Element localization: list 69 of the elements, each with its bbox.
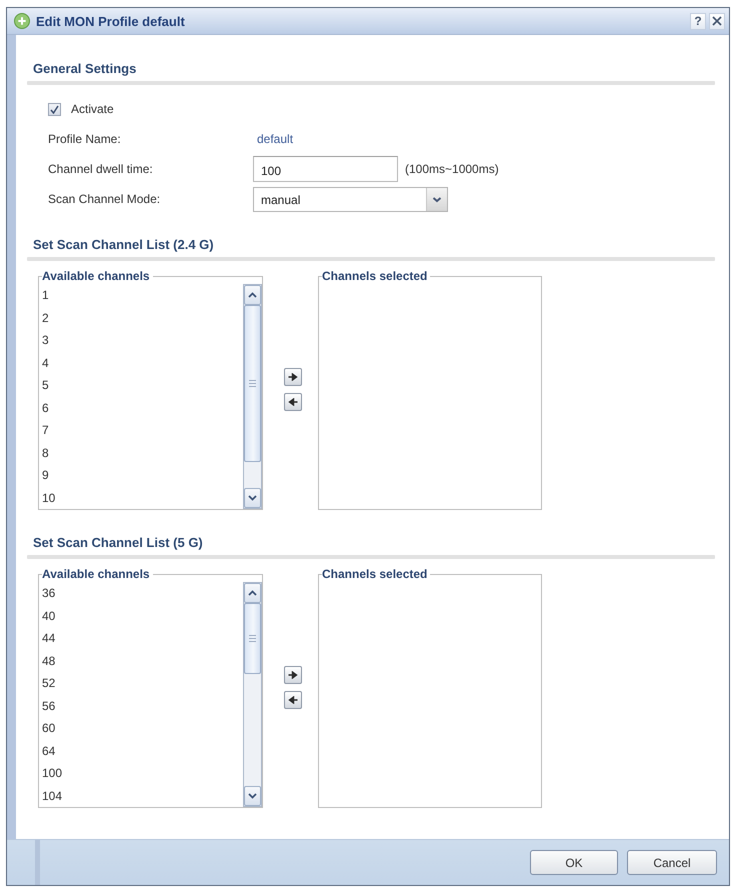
dialog-button[interactable]: OK (530, 850, 618, 875)
arrow-left-icon (288, 696, 298, 704)
channel-option[interactable]: 6 (42, 396, 243, 419)
chevron-down-icon (248, 495, 257, 501)
channel-option[interactable]: 52 (42, 672, 243, 694)
field-label: Channel dwell time: (48, 162, 154, 176)
selected-channels-listbox[interactable]: Channels selected (318, 269, 542, 510)
channel-option[interactable]: 48 (42, 650, 243, 672)
scroll-down-button[interactable] (244, 786, 261, 806)
channel-option[interactable]: 104 (42, 784, 243, 807)
remove-channel-button[interactable] (284, 393, 302, 411)
chevron-down-icon (248, 793, 257, 799)
plus-circle-icon (14, 13, 30, 29)
channel-option[interactable]: 1 (42, 284, 243, 306)
scroll-up-button[interactable] (244, 583, 261, 603)
arrow-left-icon (288, 398, 298, 406)
section-title: Set Scan Channel List (5 G) (32, 535, 204, 551)
channel-option[interactable]: 7 (42, 419, 243, 442)
channel-option[interactable]: 9 (42, 464, 243, 486)
scroll-thumb[interactable] (244, 305, 261, 462)
channel-option[interactable]: 40 (42, 604, 243, 627)
arrow-right-icon (288, 373, 298, 381)
channel-option[interactable]: 4 (42, 352, 243, 374)
scroll-down-button[interactable] (244, 488, 261, 508)
channel-option[interactable]: 64 (42, 740, 243, 762)
help-button[interactable]: ? (690, 12, 706, 30)
channel-option[interactable]: 60 (42, 717, 243, 740)
channel-option[interactable]: 8 (42, 442, 243, 464)
checkbox-label: Activate (71, 102, 114, 116)
list-title: Available channels (42, 567, 151, 582)
list-title: Available channels (42, 269, 151, 284)
channel-option[interactable]: 56 (42, 694, 243, 717)
scroll-thumb[interactable] (244, 603, 261, 674)
field-label: Scan Channel Mode: (48, 192, 162, 206)
available-channels-listbox[interactable]: Available channels 36 40 44 48 52 56 60 64 100 104 (38, 567, 263, 808)
list-title: Channels selected (322, 269, 428, 284)
list-title: Channels selected (322, 567, 428, 582)
selected-channels-listbox[interactable]: Channels selected (318, 567, 542, 808)
grip-icon (249, 635, 256, 642)
channel-option[interactable]: 36 (42, 582, 243, 604)
checkmark-icon (50, 104, 59, 114)
channel-option[interactable]: 2 (42, 306, 243, 329)
section-title: General Settings (32, 61, 138, 77)
scan-mode-dropdown[interactable]: manual (253, 186, 448, 212)
chevron-down-icon (426, 188, 447, 210)
activate-checkbox[interactable] (48, 102, 61, 116)
profile-name-value: default (257, 132, 294, 146)
field-label: Profile Name: (48, 132, 122, 146)
chevron-up-icon (248, 292, 257, 298)
chevron-up-icon (248, 590, 257, 596)
scroll-up-button[interactable] (244, 285, 261, 305)
add-channel-button[interactable] (284, 666, 302, 684)
arrow-right-icon (288, 671, 298, 679)
channel-option[interactable]: 10 (42, 486, 243, 509)
channel-option[interactable]: 100 (42, 762, 243, 784)
add-channel-button[interactable] (284, 368, 302, 386)
available-channels-listbox[interactable]: Available channels 1 2 3 4 5 6 7 8 9 10 (38, 269, 263, 510)
channel-option[interactable]: 3 (42, 329, 243, 352)
window-title: Edit MON Profile default (36, 14, 185, 28)
channel-option[interactable]: 44 (42, 627, 243, 650)
dialog-button[interactable]: Cancel (627, 850, 717, 875)
section-title: Set Scan Channel List (2.4 G) (32, 237, 215, 253)
dwell-time-input[interactable]: 100 (253, 156, 398, 182)
close-icon (712, 16, 722, 26)
remove-channel-button[interactable] (284, 691, 302, 709)
range-hint: (100ms~1000ms) (405, 162, 499, 176)
channel-option[interactable]: 5 (42, 374, 243, 396)
close-button[interactable] (709, 12, 725, 30)
grip-icon (249, 380, 256, 388)
